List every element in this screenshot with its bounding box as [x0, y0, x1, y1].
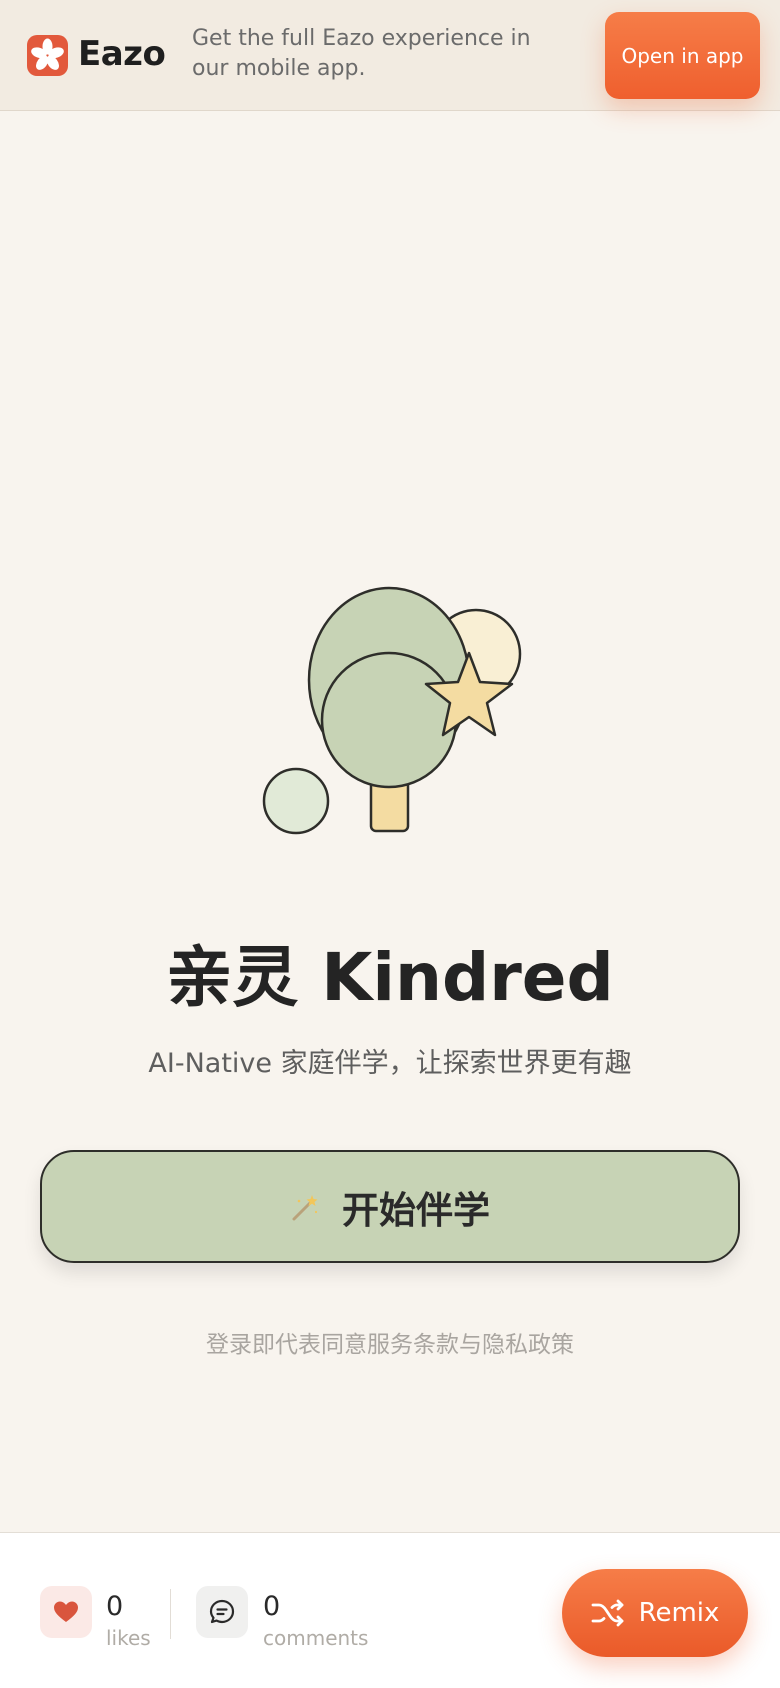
comments-label: comments: [263, 1626, 369, 1650]
stats-divider: [170, 1589, 171, 1639]
comment-icon: [209, 1599, 235, 1624]
app-subtitle: AI-Native 家庭伴学，让探索世界更有趣: [148, 1048, 632, 1079]
bush-circle: [262, 767, 330, 835]
open-in-app-button[interactable]: Open in app: [605, 12, 760, 99]
tree-illustration: [250, 575, 530, 854]
terms-notice: 登录即代表同意服务条款与隐私政策: [206, 1332, 574, 1358]
remix-button[interactable]: Remix: [562, 1569, 748, 1657]
app-title: 亲灵 Kindred: [166, 939, 614, 1016]
likes-label: likes: [106, 1626, 151, 1650]
comment-button[interactable]: [196, 1586, 248, 1638]
magic-wand-icon: [292, 1194, 318, 1220]
app-banner: Eazo Get the full Eazo experience in our…: [0, 0, 780, 111]
likes-count: 0: [106, 1591, 124, 1622]
heart-icon: [54, 1601, 78, 1622]
like-button[interactable]: [40, 1586, 92, 1638]
remix-label: Remix: [638, 1598, 720, 1628]
shuffle-icon: [591, 1599, 623, 1627]
banner-message: Get the full Eazo experience in our mobi…: [192, 26, 531, 81]
start-learning-button[interactable]: 开始伴学: [40, 1150, 740, 1263]
bottom-action-bar: 0 likes 0 comments Remix: [0, 1532, 780, 1688]
tree-crown-front: [320, 651, 458, 789]
comments-count: 0: [263, 1591, 281, 1622]
brand-name: Eazo: [78, 34, 166, 74]
eazo-logo-icon: [27, 35, 68, 76]
start-button-label: 开始伴学: [342, 1188, 490, 1232]
